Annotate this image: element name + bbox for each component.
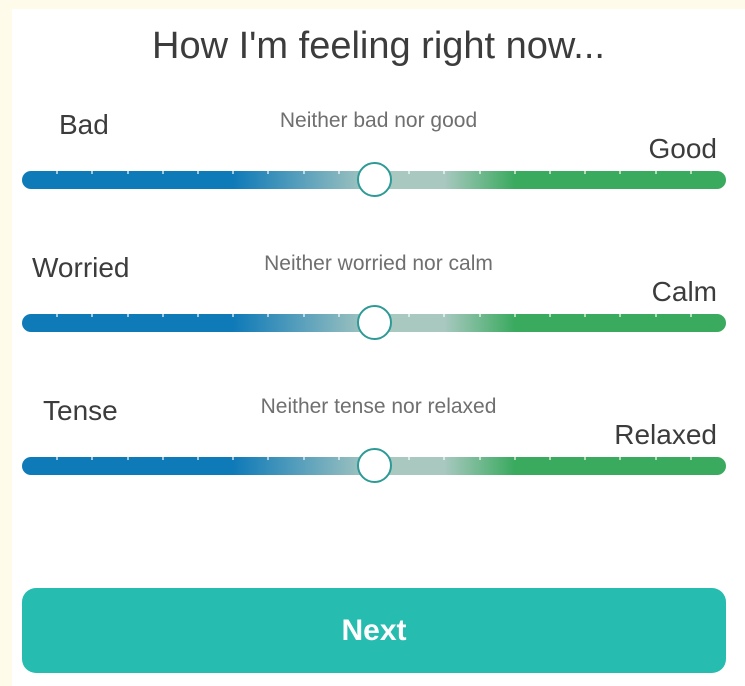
slider-tick xyxy=(584,450,587,460)
next-button[interactable]: Next xyxy=(22,588,726,673)
slider-tick xyxy=(513,450,516,460)
slider-tick xyxy=(302,450,305,460)
slider-tick xyxy=(689,450,692,460)
slider-tick xyxy=(373,450,375,460)
slider-tick xyxy=(161,164,164,174)
slider-middle-label: Neither worried nor calm xyxy=(264,252,493,275)
slider-track[interactable] xyxy=(22,305,726,340)
slider-tick xyxy=(337,164,340,174)
slider-tick xyxy=(161,307,164,317)
slider-tick xyxy=(408,164,411,174)
slider-tick xyxy=(619,450,622,460)
slider-tick xyxy=(654,164,657,174)
slider-tick xyxy=(126,307,129,317)
slider-tick xyxy=(654,307,657,317)
slider-tick xyxy=(513,164,516,174)
slider-track[interactable] xyxy=(22,162,726,197)
slider-tick xyxy=(443,164,446,174)
slider-tick xyxy=(689,307,692,317)
slider-tick xyxy=(584,307,587,317)
slider-tick xyxy=(337,307,340,317)
slider-tick xyxy=(373,307,375,317)
page-title: How I'm feeling right now... xyxy=(152,25,605,67)
slider-tick xyxy=(443,450,446,460)
slider-tick xyxy=(549,164,551,174)
slider-tick xyxy=(619,307,622,317)
slider-tick xyxy=(197,450,199,460)
slider-tick xyxy=(408,307,411,317)
slider-tick xyxy=(478,307,481,317)
slider-middle-label: Neither bad nor good xyxy=(279,109,478,132)
slider-tick xyxy=(549,307,551,317)
slider-tick xyxy=(56,164,59,174)
slider-tick xyxy=(549,450,551,460)
slider-tick xyxy=(232,164,235,174)
mood-slider-tense-relaxed: Tense Neither tense nor relaxed Relaxed xyxy=(12,391,745,491)
slider-tick xyxy=(478,164,481,174)
mood-slider-good-bad: Bad Neither bad nor good Good xyxy=(12,105,745,205)
slider-tick xyxy=(513,307,516,317)
slider-tick xyxy=(654,450,657,460)
slider-tick xyxy=(267,164,270,174)
slider-tick xyxy=(91,307,94,317)
slider-tick xyxy=(373,164,375,174)
slider-tick xyxy=(197,164,199,174)
slider-tick xyxy=(478,450,481,460)
slider-tick xyxy=(91,450,94,460)
slider-tick xyxy=(408,450,411,460)
slider-tick xyxy=(91,164,94,174)
slider-right-label: Good xyxy=(648,133,718,164)
slider-right-label: Relaxed xyxy=(614,419,717,450)
slider-tick xyxy=(267,450,270,460)
slider-right-label: Calm xyxy=(651,276,717,307)
slider-tick xyxy=(126,450,129,460)
slider-tick xyxy=(56,450,59,460)
slider-tick xyxy=(337,450,340,460)
survey-card: How I'm feeling right now... Bad Neither… xyxy=(12,9,745,686)
slider-tick xyxy=(302,307,305,317)
slider-tick xyxy=(232,450,235,460)
mood-slider-worried-calm: Worried Neither worried nor calm Calm xyxy=(12,248,745,348)
slider-track[interactable] xyxy=(22,448,726,483)
slider-tick xyxy=(443,307,446,317)
slider-tick xyxy=(161,450,164,460)
slider-tick xyxy=(619,164,622,174)
slider-tick xyxy=(197,307,199,317)
slider-tick xyxy=(267,307,270,317)
slider-middle-label: Neither tense nor relaxed xyxy=(260,395,497,418)
slider-tick xyxy=(232,307,235,317)
slider-tick xyxy=(302,164,305,174)
slider-tick xyxy=(584,164,587,174)
slider-tick xyxy=(689,164,692,174)
slider-tick xyxy=(56,307,59,317)
slider-tick xyxy=(126,164,129,174)
